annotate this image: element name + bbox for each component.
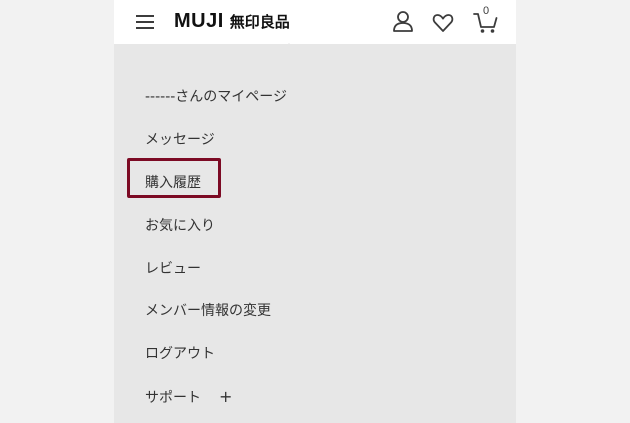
logo-text-jp: 無印良品 <box>229 13 290 31</box>
menu-item-messages[interactable]: メッセージ <box>145 130 215 150</box>
site-header: MUJI 無印良品 0 <box>114 0 516 44</box>
logo-text-en: MUJI <box>174 10 224 32</box>
menu-item-mypage[interactable]: ------さんのマイページ <box>145 87 287 107</box>
menu-item-logout[interactable]: ログアウト <box>145 344 215 364</box>
muji-logo[interactable]: MUJI 無印良品 <box>174 10 290 34</box>
menu-pointer-arrow <box>281 43 297 51</box>
menu-icon[interactable] <box>136 13 154 29</box>
support-expand-icon[interactable]: + <box>219 387 232 407</box>
menu-item-support[interactable]: サポート <box>145 388 201 408</box>
purchase-history-highlight <box>127 158 221 198</box>
menu-item-favorites[interactable]: お気に入り <box>145 216 215 236</box>
account-icon[interactable] <box>390 8 416 36</box>
cart-count-badge: 0 <box>483 5 490 17</box>
menu-item-reviews[interactable]: レビュー <box>145 259 201 279</box>
cart-icon[interactable]: 0 <box>472 5 498 34</box>
menu-item-member-info[interactable]: メンバー情報の変更 <box>145 301 271 321</box>
heart-icon[interactable] <box>430 8 456 36</box>
